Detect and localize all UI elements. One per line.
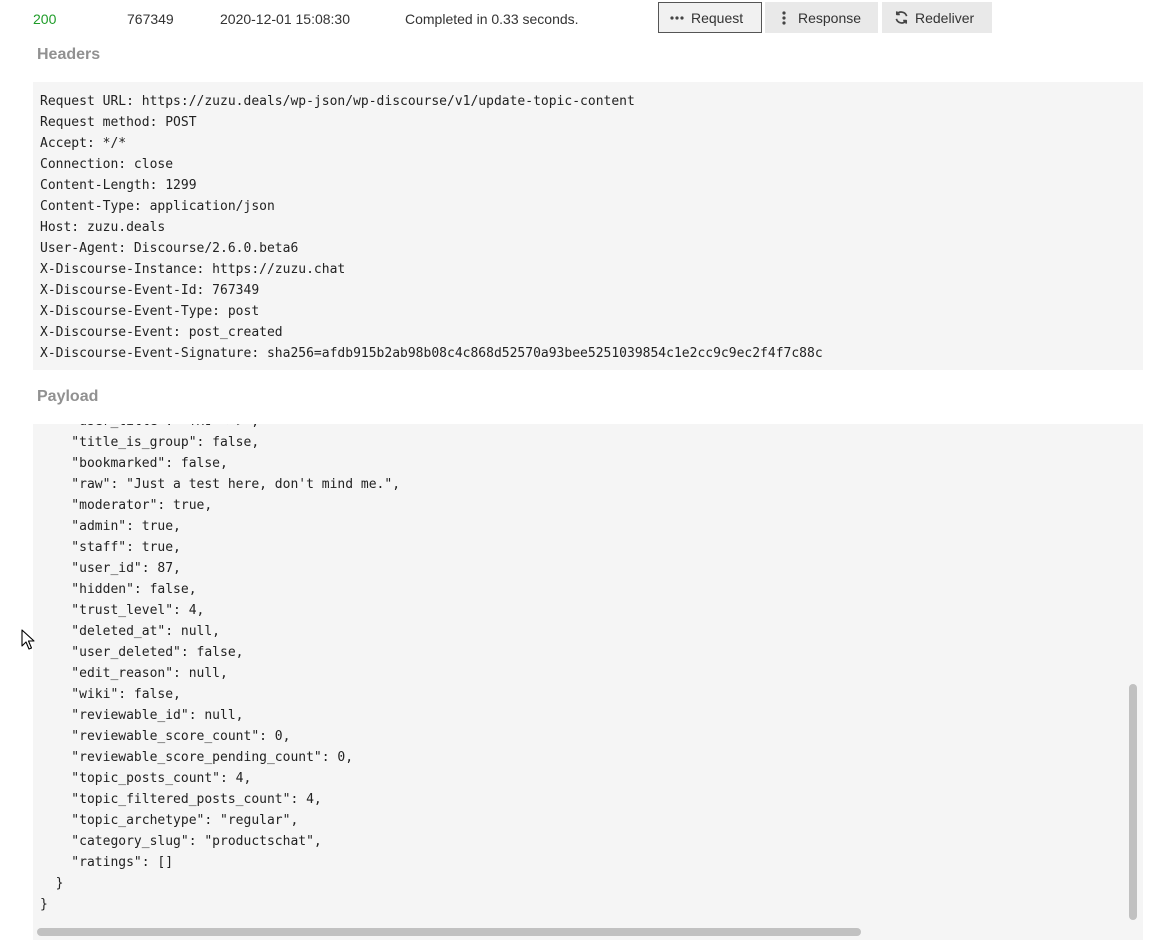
payload-line: "topic_posts_count": 4, (40, 771, 252, 786)
payload-line: "raw": "Just a test here, don't mind me.… (40, 477, 401, 492)
status-code: 200 (33, 11, 57, 27)
event-id: 767349 (127, 11, 174, 27)
completed-text: Completed in 0.33 seconds. (405, 11, 579, 27)
vertical-scrollbar-thumb[interactable] (1129, 684, 1137, 920)
refresh-icon (893, 10, 909, 25)
payload-line: "admin": true, (40, 519, 181, 534)
header-line: X-Discourse-Event-Id: 767349 (40, 283, 260, 298)
header-line: Content-Length: 1299 (40, 178, 197, 193)
payload-line: "moderator": true, (40, 498, 213, 513)
header-line: Request method: POST (40, 115, 197, 130)
request-button[interactable]: Request (658, 2, 762, 33)
delivery-summary-row: 200 767349 2020-12-01 15:08:30 Completed… (0, 0, 1172, 38)
payload-block[interactable]: "user_title": "ל > נחו", "title_is_group… (33, 424, 1143, 940)
payload-content: "user_title": "ל > נחו", "title_is_group… (40, 424, 400, 915)
headers-title: Headers (37, 46, 101, 63)
payload-line: "reviewable_id": null, (40, 708, 244, 723)
timestamp: 2020-12-01 15:08:30 (220, 11, 350, 27)
header-line: X-Discourse-Event-Type: post (40, 304, 260, 319)
payload-line: "deleted_at": null, (40, 624, 221, 639)
payload-line: "reviewable_score_pending_count": 0, (40, 750, 354, 765)
payload-line: "user_title": "ל > נחו", (40, 424, 400, 432)
payload-line: "edit_reason": null, (40, 666, 228, 681)
headers-block: Request URL: https://zuzu.deals/wp-json/… (33, 82, 1143, 370)
header-line: Accept: */* (40, 136, 127, 151)
payload-line: "wiki": false, (40, 687, 181, 702)
payload-line: "user_id": 87, (40, 561, 181, 576)
payload-line: "topic_archetype": "regular", (40, 813, 299, 828)
payload-line: "hidden": false, (40, 582, 197, 597)
payload-line: "staff": true, (40, 540, 181, 555)
redeliver-button-label: Redeliver (915, 9, 975, 26)
header-line: Content-Type: application/json (40, 199, 275, 214)
request-button-label: Request (691, 9, 744, 26)
vertical-scrollbar[interactable] (1129, 424, 1143, 940)
header-line: User-Agent: Discourse/2.6.0.beta6 (40, 241, 299, 256)
payload-line: } (40, 897, 48, 912)
response-button[interactable]: Response (765, 2, 878, 33)
payload-line: "ratings": [] (40, 855, 174, 870)
payload-line: "reviewable_score_count": 0, (40, 729, 291, 744)
payload-title: Payload (37, 388, 99, 405)
ellipsis-icon (669, 15, 685, 20)
redeliver-button[interactable]: Redeliver (882, 2, 992, 33)
header-line: X-Discourse-Instance: https://zuzu.chat (40, 262, 346, 277)
header-line: X-Discourse-Event-Signature: sha256=afdb… (40, 346, 823, 361)
payload-line: "user_deleted": false, (40, 645, 244, 660)
vertical-ellipsis-icon (776, 10, 792, 25)
horizontal-scrollbar-thumb[interactable] (37, 928, 861, 936)
payload-line: "topic_filtered_posts_count": 4, (40, 792, 322, 807)
header-line: Host: zuzu.deals (40, 220, 166, 235)
payload-line: } (40, 876, 64, 891)
header-line: Connection: close (40, 157, 174, 172)
payload-line: "trust_level": 4, (40, 603, 205, 618)
payload-line: "category_slug": "productschat", (40, 834, 322, 849)
header-line: X-Discourse-Event: post_created (40, 325, 283, 340)
payload-line: "bookmarked": false, (40, 456, 228, 471)
mouse-cursor-icon (21, 629, 35, 650)
payload-line: "title_is_group": false, (40, 435, 260, 450)
header-line: Request URL: https://zuzu.deals/wp-json/… (40, 94, 635, 109)
response-button-label: Response (798, 9, 862, 26)
